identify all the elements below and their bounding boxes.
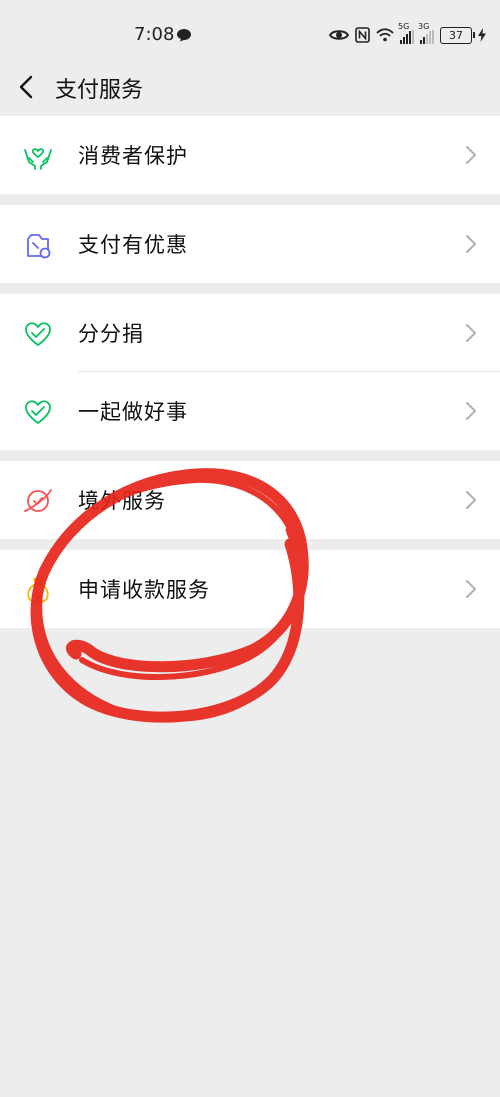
- signal-bars-icon: [400, 30, 414, 44]
- menu-item-label: 分分捐: [78, 322, 144, 346]
- eye-icon: [329, 30, 349, 40]
- menu-group-payment-offers: 支付有优惠: [0, 205, 500, 283]
- wifi-icon: [376, 28, 394, 42]
- status-time: 7:08: [134, 24, 175, 45]
- menu-group-consumer-protection: 消费者保护: [0, 116, 500, 194]
- message-notification-icon: [177, 29, 191, 42]
- hands-heart-icon: [24, 148, 52, 170]
- nfc-icon: [355, 27, 370, 43]
- signal-5g: 5G: [398, 22, 414, 44]
- menu-group-overseas: 境外服务: [0, 461, 500, 539]
- menu-item-consumer-protection[interactable]: 消费者保护: [0, 116, 500, 194]
- charity-heart-icon: [25, 322, 51, 346]
- network-type-5g: 5G: [398, 22, 410, 31]
- menu-item-label: 消费者保护: [78, 144, 188, 168]
- money-bag-icon: [27, 578, 49, 603]
- chevron-right-icon: [466, 580, 476, 598]
- chevron-right-icon: [466, 491, 476, 509]
- signal-3g: 3G: [418, 22, 434, 44]
- menu-group-collection: 申请收款服务: [0, 550, 500, 628]
- menu-item-payment-offers[interactable]: 支付有优惠: [0, 205, 500, 283]
- menu-item-label: 一起做好事: [78, 400, 188, 424]
- status-icons: 5G 3G 37: [329, 22, 486, 46]
- chevron-right-icon: [466, 402, 476, 420]
- globe-icon: [24, 489, 52, 512]
- charging-icon: [478, 28, 486, 42]
- network-type-3g: 3G: [418, 22, 430, 31]
- menu-item-fenfenjuan[interactable]: 分分捐: [0, 294, 500, 372]
- battery-indicator: 37: [440, 26, 475, 44]
- battery-level: 37: [449, 28, 463, 42]
- menu-item-apply-collection-service[interactable]: 申请收款服务: [0, 550, 500, 628]
- signal-bars-icon: [420, 30, 434, 44]
- menu-item-label: 支付有优惠: [78, 233, 188, 257]
- back-arrow-icon[interactable]: [14, 74, 40, 100]
- menu-item-label: 境外服务: [78, 489, 166, 513]
- menu-item-do-good-together[interactable]: 一起做好事: [0, 372, 500, 450]
- navigation-bar: 支付服务: [0, 62, 500, 112]
- menu-item-overseas-services[interactable]: 境外服务: [0, 461, 500, 539]
- menu-group-charity: 分分捐 一起做好事: [0, 294, 500, 450]
- chevron-right-icon: [466, 146, 476, 164]
- chevron-right-icon: [466, 324, 476, 342]
- charity-heart-icon: [25, 400, 51, 424]
- chevron-right-icon: [466, 235, 476, 253]
- coupon-icon: [27, 234, 51, 259]
- page-title: 支付服务: [55, 78, 144, 103]
- menu-item-label: 申请收款服务: [78, 578, 210, 602]
